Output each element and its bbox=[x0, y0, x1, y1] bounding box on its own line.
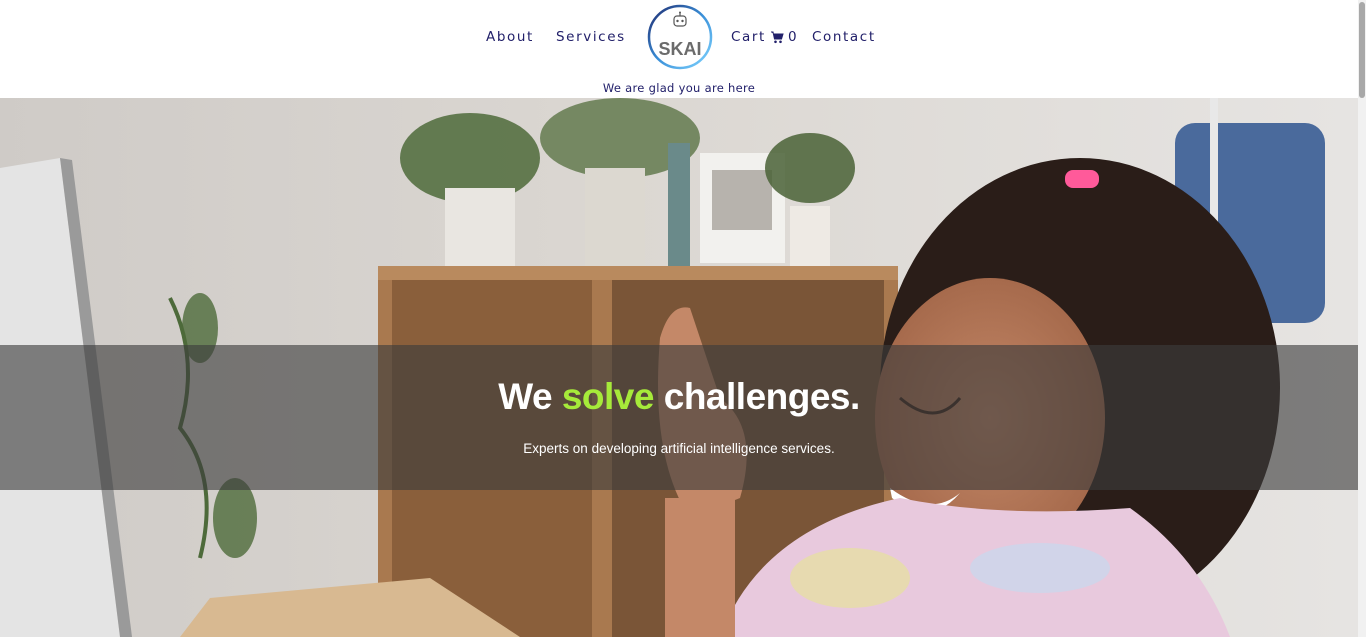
cart-label: Cart bbox=[731, 29, 766, 45]
hero-section: We solve challenges. Experts on developi… bbox=[0, 98, 1358, 637]
site-header: About Services SKAI Cart 0 Contact We ar… bbox=[0, 0, 1358, 98]
scrollbar-thumb[interactable] bbox=[1359, 2, 1365, 98]
hero-subtitle: Experts on developing artificial intelli… bbox=[523, 441, 835, 456]
tagline: We are glad you are here bbox=[602, 81, 756, 95]
nav-services[interactable]: Services bbox=[556, 29, 626, 45]
skai-logo[interactable]: SKAI bbox=[646, 3, 714, 71]
hero-title: We solve challenges. bbox=[0, 376, 1358, 418]
nav-contact[interactable]: Contact bbox=[812, 29, 876, 45]
hero-title-post: challenges. bbox=[653, 376, 861, 417]
nav-about[interactable]: About bbox=[486, 29, 534, 45]
svg-text:SKAI: SKAI bbox=[658, 39, 701, 59]
cart-count: 0 bbox=[787, 29, 799, 45]
hero-title-pre: We bbox=[498, 376, 562, 417]
cart-icon bbox=[770, 30, 784, 44]
hero-title-accent: solve bbox=[561, 376, 655, 417]
nav-cart[interactable]: Cart 0 bbox=[731, 29, 798, 45]
page-scrollbar[interactable] bbox=[1358, 0, 1366, 637]
